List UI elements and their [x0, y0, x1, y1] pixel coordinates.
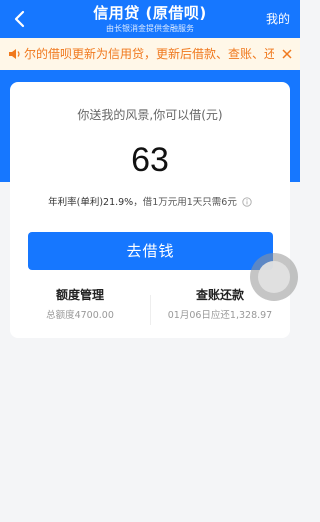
- notice-text: 尔的借呗更新为信用贷，更新后借款、查账、还: [24, 47, 274, 61]
- available-amount: 63: [131, 141, 169, 179]
- close-icon: [282, 49, 292, 59]
- total-quota: 总额度4700.00: [46, 310, 114, 321]
- rate-example: ，借1万元用1天只需6元: [133, 197, 237, 208]
- account-actions: 额度管理 总额度4700.00 查账还款 01月06日应还1,328.97: [10, 287, 290, 332]
- available-amount-label: 你送我的风景,你可以借(元): [77, 108, 223, 122]
- page-title: 信用贷 (原借呗): [93, 4, 207, 22]
- quota-management[interactable]: 额度管理 总额度4700.00: [10, 287, 150, 323]
- floating-ball-inner: [258, 261, 290, 293]
- due-amount: 01月06日应还1,328.97: [167, 310, 273, 321]
- floating-assistant-ball[interactable]: [250, 253, 298, 301]
- info-icon[interactable]: [242, 197, 252, 207]
- speaker-icon: [0, 38, 22, 70]
- loan-card: 你送我的风景,你可以借(元) 63 年利率(单利)21.9%，借1万元用1天只需…: [10, 82, 290, 338]
- notice-close-button[interactable]: [274, 38, 300, 70]
- back-button[interactable]: [4, 6, 34, 32]
- borrow-button[interactable]: 去借钱: [28, 232, 273, 270]
- notice-bar[interactable]: 尔的借呗更新为信用贷，更新后借款、查账、还: [0, 38, 300, 70]
- page-subtitle: 由长银消金提供金融服务: [106, 24, 194, 33]
- quota-title: 额度管理: [55, 288, 104, 302]
- rate-info: 年利率(单利)21.9%，借1万元用1天只需6元: [10, 196, 290, 210]
- mine-link[interactable]: 我的: [266, 11, 290, 27]
- annual-rate: 年利率(单利)21.9%: [48, 197, 134, 208]
- back-arrow-icon: [14, 10, 25, 28]
- nav-bar: 信用贷 (原借呗) 由长银消金提供金融服务 我的: [0, 0, 300, 38]
- page-title-group: 信用贷 (原借呗) 由长银消金提供金融服务: [60, 3, 240, 34]
